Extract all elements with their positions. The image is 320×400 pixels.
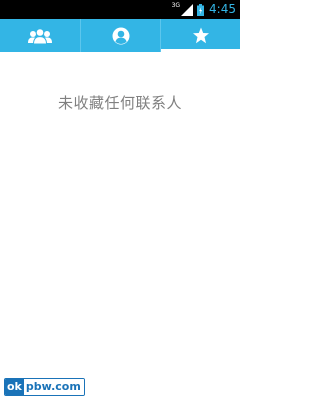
- tab-favorites[interactable]: [160, 19, 241, 52]
- status-bar: 3G 4:45: [0, 0, 240, 19]
- selected-tab-indicator: [161, 49, 241, 52]
- tab-groups[interactable]: [0, 19, 80, 52]
- watermark-logo: ok pbw.com: [4, 378, 85, 396]
- tab-contacts[interactable]: [80, 19, 160, 52]
- network-type-label: 3G: [171, 2, 181, 9]
- tab-bar: [0, 19, 241, 52]
- clock: 4:45: [209, 2, 236, 16]
- group-icon: [28, 27, 52, 44]
- person-icon: [112, 27, 129, 44]
- empty-favorites-message: 未收藏任何联系人: [57, 94, 182, 112]
- signal-icon: [181, 3, 194, 16]
- watermark-part2: pbw.com: [23, 379, 84, 395]
- status-icons: 3G 4:45: [172, 0, 236, 19]
- star-icon: [192, 27, 209, 44]
- battery-icon: [197, 3, 205, 16]
- watermark-part1: ok: [5, 379, 24, 395]
- phone-screen: 3G 4:45 未收藏任何联系人 ok pbw.com: [0, 0, 241, 400]
